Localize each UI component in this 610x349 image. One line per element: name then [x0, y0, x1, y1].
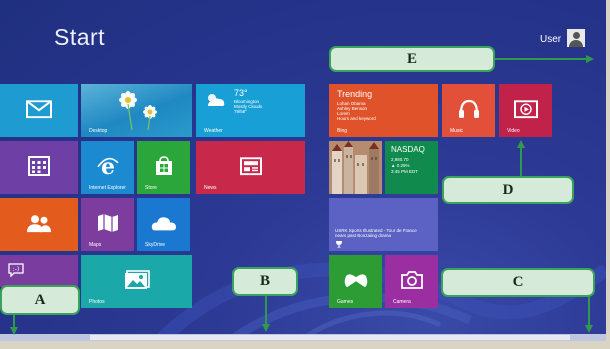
trophy-icon: [336, 241, 342, 248]
tile-music-label: Music: [450, 128, 464, 134]
finance-heading: NASDAQ: [391, 145, 425, 154]
user-avatar[interactable]: [567, 29, 585, 47]
callout-c: C: [441, 268, 595, 297]
tile-store[interactable]: Store: [137, 141, 190, 194]
tile-desktop-label: Desktop: [89, 128, 108, 134]
travel-photo: [329, 141, 382, 194]
tile-news[interactable]: News: [196, 141, 305, 194]
tile-mail[interactable]: [0, 84, 78, 137]
camera-icon: [400, 270, 423, 289]
finance-line2: ▲ 0.29%: [391, 163, 410, 168]
user-name[interactable]: User: [540, 34, 561, 45]
tile-photos-label: Photos: [89, 299, 105, 305]
tile-skydrive-label: SkyDrive: [145, 242, 166, 248]
weather-line3: 79/58°: [234, 109, 248, 114]
tile-bing[interactable]: Trending Lohan Obama Ashley Benson Lorem…: [329, 84, 438, 137]
news-icon: [239, 156, 262, 175]
cloud-icon: [151, 216, 176, 230]
weather-temp: 73°: [234, 88, 248, 98]
tile-camera[interactable]: Camera: [385, 255, 438, 308]
tile-internet-explorer[interactable]: e Internet Explorer: [81, 141, 134, 194]
people-icon: [27, 214, 51, 232]
callout-e: E: [329, 46, 495, 72]
callout-d-arrow-head: [517, 140, 525, 148]
store-icon: [155, 155, 172, 175]
callout-e-arrow-head: [586, 55, 594, 63]
callout-b: B: [232, 267, 298, 296]
cloud-sun-icon: [208, 94, 225, 106]
video-icon: [513, 99, 538, 118]
daisy-icon: [119, 91, 157, 130]
sports-line2: nears past Bonzaiing drama: [335, 233, 392, 238]
tile-video[interactable]: Video: [499, 84, 552, 137]
callout-c-arrow-line: [588, 297, 590, 327]
callout-a-arrow-head: [10, 327, 18, 335]
tile-messaging[interactable]: :-): [0, 255, 78, 287]
page-bottom-border: [0, 341, 610, 349]
tile-ie-label: Internet Explorer: [89, 185, 126, 191]
tile-people[interactable]: [0, 198, 78, 251]
tile-games[interactable]: Games: [329, 255, 382, 308]
tile-skydrive[interactable]: SkyDrive: [137, 198, 190, 251]
callout-d-arrow-line: [520, 147, 522, 176]
tile-photos[interactable]: Photos: [81, 255, 192, 308]
tile-video-label: Video: [507, 128, 520, 134]
xbox-icon: [344, 273, 367, 287]
avatar-body: [569, 40, 583, 47]
callout-c-arrow-head: [585, 325, 593, 333]
callout-b-arrow-head: [262, 324, 270, 332]
headphones-icon: [458, 99, 479, 118]
avatar-head: [573, 32, 580, 39]
callout-e-arrow-line: [495, 58, 587, 60]
scrollbar-thumb[interactable]: [90, 335, 570, 340]
tile-travel[interactable]: [329, 141, 382, 194]
tile-store-label: Store: [145, 185, 157, 191]
callout-d: D: [442, 176, 574, 204]
calendar-icon: [28, 155, 50, 176]
finance-line3: 3:45 PM EDT: [391, 169, 419, 174]
tile-sports[interactable]: USRK Sports Illustrated - Tour de France…: [329, 198, 438, 251]
callout-a: A: [0, 285, 80, 315]
finance-line1: 2,980.70: [391, 157, 409, 162]
photos-icon: [124, 269, 150, 289]
svg-text::-): :-): [13, 266, 20, 273]
messaging-icon: :-): [8, 263, 24, 277]
mail-icon: [26, 99, 52, 118]
tile-camera-label: Camera: [393, 299, 411, 305]
tile-calendar[interactable]: [0, 141, 78, 194]
callout-b-arrow-line: [265, 296, 267, 326]
tile-maps-label: Maps: [89, 242, 102, 248]
tile-desktop[interactable]: Desktop: [81, 84, 192, 137]
tile-finance[interactable]: NASDAQ 2,980.70 ▲ 0.29% 3:45 PM EDT: [385, 141, 438, 194]
tile-bing-label: Bing: [337, 128, 348, 134]
start-title: Start: [54, 24, 106, 50]
tile-games-label: Games: [337, 299, 354, 305]
tile-news-label: News: [204, 185, 217, 191]
tile-music[interactable]: Music: [442, 84, 495, 137]
bing-line4: Hours and keyword: [337, 116, 376, 121]
tile-weather[interactable]: 73° Bloomington Mostly Clouds 79/58° Wea…: [196, 84, 305, 137]
bing-heading: Trending: [337, 89, 373, 99]
internet-explorer-icon: e: [96, 154, 119, 176]
tile-maps[interactable]: Maps: [81, 198, 134, 251]
maps-icon: [97, 213, 118, 232]
tile-weather-label: Weather: [204, 128, 223, 134]
start-screen: Start User Desktop 73° Bloomington Mostl…: [0, 0, 606, 341]
